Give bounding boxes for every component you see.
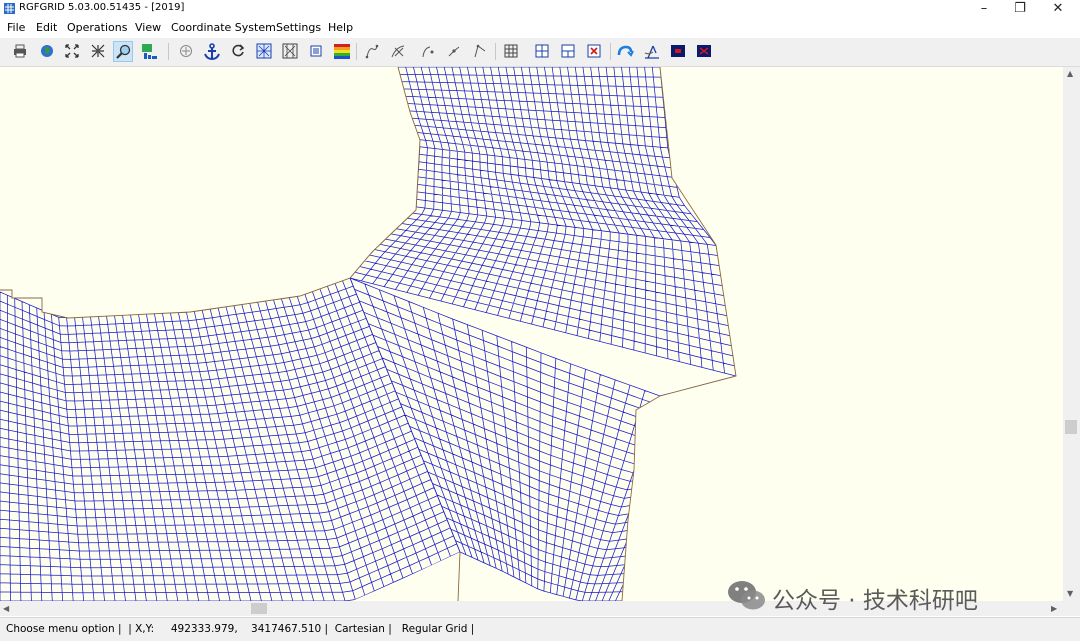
spline-split-icon[interactable] [470, 41, 490, 62]
print-icon[interactable] [10, 41, 30, 62]
grid-overview-icon[interactable] [139, 41, 159, 62]
legend-icon[interactable] [306, 41, 326, 62]
zoom-extent-icon[interactable] [62, 41, 82, 62]
scroll-left-icon[interactable]: ◀ [3, 604, 9, 613]
minimize-button[interactable]: – [966, 0, 1002, 18]
scroll-corner [1063, 601, 1080, 616]
status-y-value: 3417467.510 [251, 623, 322, 635]
grid-delete-icon[interactable] [584, 41, 604, 62]
spline-insert-icon[interactable] [418, 41, 438, 62]
grid-lines [0, 277, 461, 601]
status-menu-option: Choose menu option [6, 623, 115, 635]
refresh-icon[interactable] [228, 41, 248, 62]
menu-settings[interactable]: Settings [276, 21, 321, 34]
title-bar: RGFGRID 5.03.00.51435 - [2019] – ❐ ✕ [0, 0, 1080, 18]
scroll-down-icon[interactable]: ▼ [1067, 589, 1073, 598]
toolbar [0, 38, 1080, 67]
status-xy-label: X,Y: [135, 623, 155, 635]
color-bar-icon[interactable] [331, 41, 351, 62]
scroll-up-icon[interactable]: ▲ [1067, 69, 1073, 78]
grid-property-icon[interactable] [254, 41, 274, 62]
window-title: RGFGRID 5.03.00.51435 - [2019] [19, 2, 185, 13]
status-x-value: 492333.979, [170, 623, 238, 635]
anchor-icon[interactable] [201, 41, 221, 62]
orthogonalize-icon[interactable] [614, 41, 634, 62]
grid-refine-icon[interactable] [532, 41, 552, 62]
close-button[interactable]: ✕ [1040, 0, 1076, 18]
zoom-box-icon[interactable] [113, 41, 133, 62]
restore-button[interactable]: ❐ [1002, 0, 1038, 18]
status-coordinate-system: Cartesian [334, 623, 385, 635]
vertical-scrollbar[interactable]: ▲ ▼ [1063, 67, 1080, 601]
curvilinear-grid [0, 67, 737, 601]
menu-coordinate-system[interactable]: Coordinate System [171, 21, 276, 34]
vertical-scroll-thumb[interactable] [1065, 420, 1077, 434]
menu-view[interactable]: View [135, 21, 161, 34]
menu-operations[interactable]: Operations [67, 21, 127, 34]
pan-crosshair-icon[interactable] [176, 41, 196, 62]
spline-move-icon[interactable] [444, 41, 464, 62]
status-text: Choose menu option | | X,Y: 492333.979, … [6, 623, 475, 635]
sample-2-icon[interactable] [694, 41, 714, 62]
app-icon [4, 3, 15, 14]
horizontal-scroll-thumb[interactable] [251, 603, 267, 614]
menu-edit[interactable]: Edit [36, 21, 57, 34]
menu-bar: File Edit Operations View Coordinate Sys… [0, 18, 1080, 38]
scroll-right-icon[interactable]: ▶ [1051, 604, 1057, 613]
menu-file[interactable]: File [7, 21, 25, 34]
grid-derefine-icon[interactable] [558, 41, 578, 62]
grid-icon[interactable] [501, 41, 521, 62]
toolbar-separator [356, 43, 357, 60]
toolbar-separator [495, 43, 496, 60]
spline-delete-icon[interactable] [388, 41, 408, 62]
zoom-fit-icon[interactable] [88, 41, 108, 62]
watermark-text: 公众号 · 技术科研吧 [772, 588, 978, 614]
globe-icon[interactable] [37, 41, 57, 62]
status-grid-type: Regular Grid [401, 623, 468, 635]
status-bar: Choose menu option | | X,Y: 492333.979, … [0, 617, 1080, 641]
grid-patch [0, 277, 461, 601]
spline-draw-icon[interactable] [362, 41, 382, 62]
toolbar-separator [610, 43, 611, 60]
watermark: 公众号 · 技术科研吧 [726, 578, 978, 614]
toolbar-separator [168, 43, 169, 60]
wechat-icon [728, 581, 765, 610]
sample-icon[interactable] [668, 41, 688, 62]
menu-help[interactable]: Help [328, 21, 353, 34]
land-boundary-icon[interactable] [641, 41, 661, 62]
grid-canvas[interactable] [0, 67, 1063, 601]
grid-property-2-icon[interactable] [280, 41, 300, 62]
